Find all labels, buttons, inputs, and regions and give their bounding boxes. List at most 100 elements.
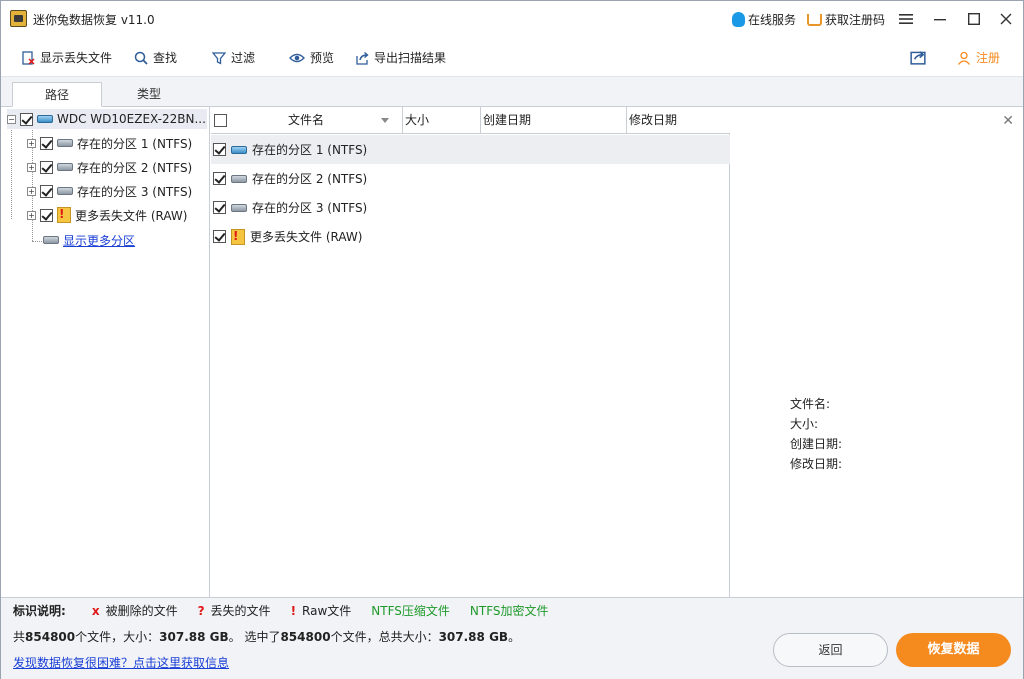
expand-toggle[interactable]: +	[27, 138, 36, 148]
total-size: 307.88 GB	[159, 630, 229, 644]
list-item[interactable]: 存在的分区 3 (NTFS)	[211, 193, 730, 222]
toolbar: 显示丢失文件 查找 过滤 预览 导出扫描结果 注册	[1, 37, 1023, 77]
export-results-button[interactable]: 导出扫描结果	[355, 49, 446, 66]
column-name-header[interactable]: 文件名	[211, 107, 403, 134]
list-item[interactable]: 存在的分区 1 (NTFS)	[211, 135, 730, 164]
expand-toggle[interactable]: +	[27, 162, 36, 172]
help-link[interactable]: 发现数据恢复很困难？点击这里获取信息	[13, 654, 229, 671]
tree-item-partition-3[interactable]: + 存在的分区 3 (NTFS)	[27, 181, 192, 201]
eye-icon	[289, 53, 305, 62]
column-created-header[interactable]: 创建日期	[481, 107, 627, 134]
column-size-header[interactable]: 大小	[403, 107, 481, 134]
minimize-icon	[934, 19, 946, 21]
show-lost-files-label: 显示丢失文件	[40, 51, 113, 65]
file-list: 文件名 大小 创建日期 修改日期 存在的分区 1 (NTFS) 存在的分区 2 …	[211, 107, 730, 597]
close-button[interactable]	[994, 7, 1018, 31]
preview-created-label: 创建日期:	[790, 437, 843, 451]
tree-item-partition-1[interactable]: + 存在的分区 1 (NTFS)	[27, 133, 192, 153]
row-checkbox[interactable]	[213, 230, 226, 243]
recover-data-button[interactable]: 恢复数据	[896, 633, 1011, 667]
preview-modified-label: 修改日期:	[790, 457, 843, 471]
tree-checkbox[interactable]	[20, 112, 33, 126]
online-service-label: 在线服务	[748, 13, 797, 27]
close-icon	[1000, 13, 1012, 25]
get-code-link[interactable]: 获取注册码	[807, 11, 885, 28]
row-checkbox[interactable]	[213, 201, 226, 214]
legend-ntfs-compressed: NTFS压缩文件	[371, 604, 450, 618]
preview-button[interactable]: 预览	[289, 49, 334, 66]
share-icon	[910, 51, 926, 65]
legend-deleted: x 被删除的文件	[92, 602, 178, 619]
partition-tree: − WDC WD10EZEX-22BN... + 存在的分区 1 (NTFS) …	[5, 107, 210, 597]
tree-checkbox[interactable]	[40, 136, 53, 150]
maximize-button[interactable]	[962, 7, 986, 31]
back-button[interactable]: 返回	[773, 633, 888, 667]
preview-filename-label: 文件名:	[790, 397, 831, 411]
tree-checkbox[interactable]	[40, 208, 53, 222]
lost-mark-icon: ?	[197, 603, 205, 618]
partition-icon	[57, 187, 73, 195]
tab-type[interactable]: 类型	[104, 82, 194, 107]
app-logo-icon	[10, 10, 27, 27]
partition-icon	[57, 163, 73, 171]
list-item-label: 存在的分区 3 (NTFS)	[252, 201, 368, 215]
legend-ntfs-encrypted: NTFS加密文件	[469, 604, 549, 618]
view-tabs: 路径 类型	[1, 77, 1023, 107]
export-results-label: 导出扫描结果	[374, 51, 447, 65]
qq-icon	[732, 12, 745, 27]
minimize-button[interactable]	[928, 7, 952, 31]
legend-raw-label: Raw文件	[302, 604, 352, 618]
tree-root-disk[interactable]: − WDC WD10EZEX-22BN...	[7, 109, 207, 129]
tab-path[interactable]: 路径	[12, 82, 102, 107]
tree-item-partition-2[interactable]: + 存在的分区 2 (NTFS)	[27, 157, 192, 177]
raw-file-icon	[231, 228, 245, 245]
collapse-toggle[interactable]: −	[7, 114, 16, 124]
list-item[interactable]: 更多丢失文件 (RAW)	[211, 222, 730, 251]
total-file-count: 854800	[25, 630, 76, 644]
legend-lost-label: 丢失的文件	[210, 604, 271, 618]
show-more-partitions-link[interactable]: 显示更多分区	[43, 230, 135, 250]
app-title: 迷你兔数据恢复 v11.0	[33, 13, 155, 27]
tree-connector	[11, 121, 12, 219]
share-button[interactable]	[910, 49, 926, 65]
register-label: 注册	[976, 51, 1001, 65]
close-preview-icon[interactable]: ✕	[1002, 113, 1014, 129]
legend-lost: ? 丢失的文件	[198, 602, 271, 619]
summary-text: 个文件，总共大小：	[330, 630, 439, 644]
select-all-checkbox[interactable]	[214, 114, 227, 127]
column-modified-header[interactable]: 修改日期	[627, 107, 730, 134]
summary-text: 。	[508, 630, 521, 644]
export-icon	[356, 51, 369, 65]
hamburger-icon	[899, 14, 913, 24]
find-button[interactable]: 查找	[134, 49, 177, 66]
tree-checkbox[interactable]	[40, 160, 53, 174]
raw-file-icon	[57, 207, 71, 223]
tree-checkbox[interactable]	[40, 184, 53, 198]
summary-text: 。 选中了	[228, 630, 281, 644]
legend-raw: ! Raw文件	[291, 602, 352, 619]
preview-panel: ✕ 文件名: 大小: 创建日期: 修改日期:	[731, 107, 1023, 597]
filter-button[interactable]: 过滤	[212, 49, 255, 66]
register-button[interactable]: 注册	[957, 49, 1000, 66]
expand-toggle[interactable]: +	[27, 186, 36, 196]
selected-file-count: 854800	[280, 630, 331, 644]
tree-item-label: 存在的分区 3 (NTFS)	[77, 184, 193, 199]
menu-button[interactable]	[894, 7, 918, 31]
row-checkbox[interactable]	[213, 143, 226, 156]
list-item-label: 更多丢失文件 (RAW)	[250, 230, 363, 244]
show-lost-files-button[interactable]: 显示丢失文件	[21, 49, 112, 66]
row-checkbox[interactable]	[213, 172, 226, 185]
tree-item-label: 存在的分区 2 (NTFS)	[77, 160, 193, 175]
online-service-link[interactable]: 在线服务	[732, 11, 796, 28]
app-window: 迷你兔数据恢复 v11.0 在线服务 获取注册码 显示丢失文件 查找 过滤 预览…	[0, 0, 1024, 679]
tree-item-raw[interactable]: + 更多丢失文件 (RAW)	[27, 205, 187, 225]
list-item[interactable]: 存在的分区 2 (NTFS)	[211, 164, 730, 193]
expand-toggle[interactable]: +	[27, 210, 36, 220]
scan-summary: 共854800个文件，大小：307.88 GB。 选中了854800个文件，总共…	[13, 628, 520, 645]
partition-icon	[231, 203, 247, 212]
preview-label: 预览	[310, 51, 335, 65]
sort-arrow-icon	[381, 118, 389, 123]
filter-label: 过滤	[231, 51, 256, 65]
cart-icon	[807, 13, 822, 26]
column-name-label: 文件名	[288, 113, 325, 127]
